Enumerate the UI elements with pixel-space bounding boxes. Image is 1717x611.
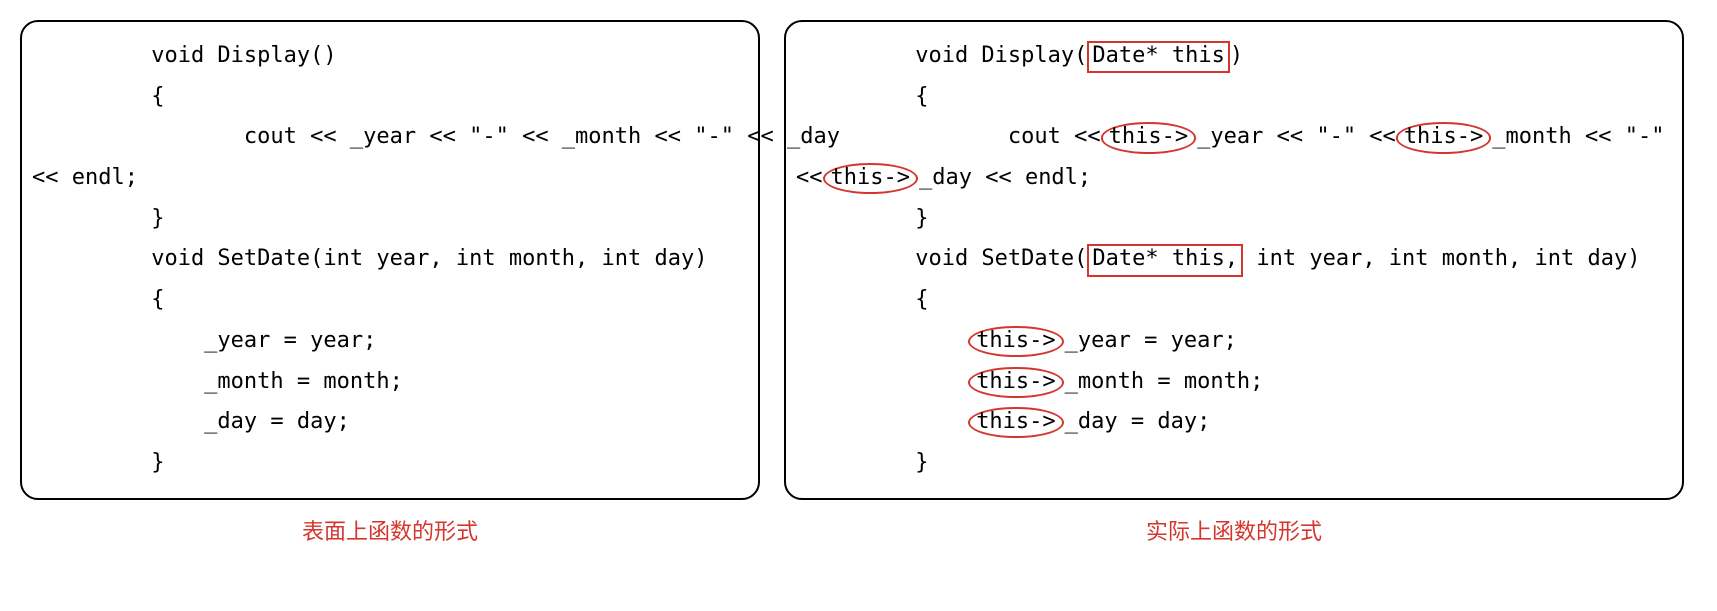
code-text [796,328,968,353]
code-text: ) [1230,43,1243,68]
code-text: int year, int month, int day) [1243,246,1640,271]
code-line: this->_month = month; [796,362,1672,403]
left-panel-wrapper: void Display() { cout << _year << "-" <<… [20,20,760,546]
code-line: _year = year; [32,321,748,362]
code-line: { [32,280,748,321]
left-caption: 表面上函数的形式 [302,514,478,546]
oval-highlight-this: this-> [968,326,1063,357]
code-line: } [796,199,1672,240]
code-text: _year = year; [1065,328,1237,353]
code-text: _day << endl; [919,165,1091,190]
code-line: } [796,443,1672,484]
code-line: void Display() [32,36,748,77]
right-code-panel: void Display(Date* this) { cout <<this->… [784,20,1684,500]
code-line: { [32,77,748,118]
code-line: << endl; [32,158,748,199]
box-highlight-param: Date* this, [1087,244,1243,276]
code-line: _month = month; [32,362,748,403]
code-line: this->_year = year; [796,321,1672,362]
code-line: } [32,199,748,240]
oval-highlight-this: this-> [968,367,1063,398]
comparison-container: void Display() { cout << _year << "-" <<… [20,20,1697,546]
oval-highlight-this: this-> [968,407,1063,438]
right-panel-wrapper: void Display(Date* this) { cout <<this->… [784,20,1684,546]
code-text: void Display( [796,43,1087,68]
code-text: void SetDate( [796,246,1087,271]
code-line: void SetDate(int year, int month, int da… [32,239,748,280]
oval-highlight-this: this-> [823,163,918,194]
code-text [796,369,968,394]
code-line: void SetDate(Date* this, int year, int m… [796,239,1672,280]
oval-highlight-this: this-> [1396,122,1491,153]
right-caption: 实际上函数的形式 [1146,514,1322,546]
code-text [796,409,968,434]
code-text: _day = day; [1065,409,1211,434]
left-code-panel: void Display() { cout << _year << "-" <<… [20,20,760,500]
code-line: this->_day = day; [796,402,1672,443]
code-text: _month = month; [1065,369,1264,394]
code-text: _month << "-" [1492,124,1664,149]
code-line: <<this->_day << endl; [796,158,1672,199]
code-line: { [796,280,1672,321]
code-text: _year << "-" << [1197,124,1396,149]
code-text: << [796,165,823,190]
code-line: _day = day; [32,402,748,443]
code-line: cout << _year << "-" << _month << "-" <<… [32,117,748,158]
code-line: { [796,77,1672,118]
code-line: void Display(Date* this) [796,36,1672,77]
code-line: } [32,443,748,484]
code-text: cout << [796,124,1101,149]
code-line: cout <<this->_year << "-" <<this->_month… [796,117,1672,158]
box-highlight-param: Date* this [1087,41,1229,73]
oval-highlight-this: this-> [1101,122,1196,153]
